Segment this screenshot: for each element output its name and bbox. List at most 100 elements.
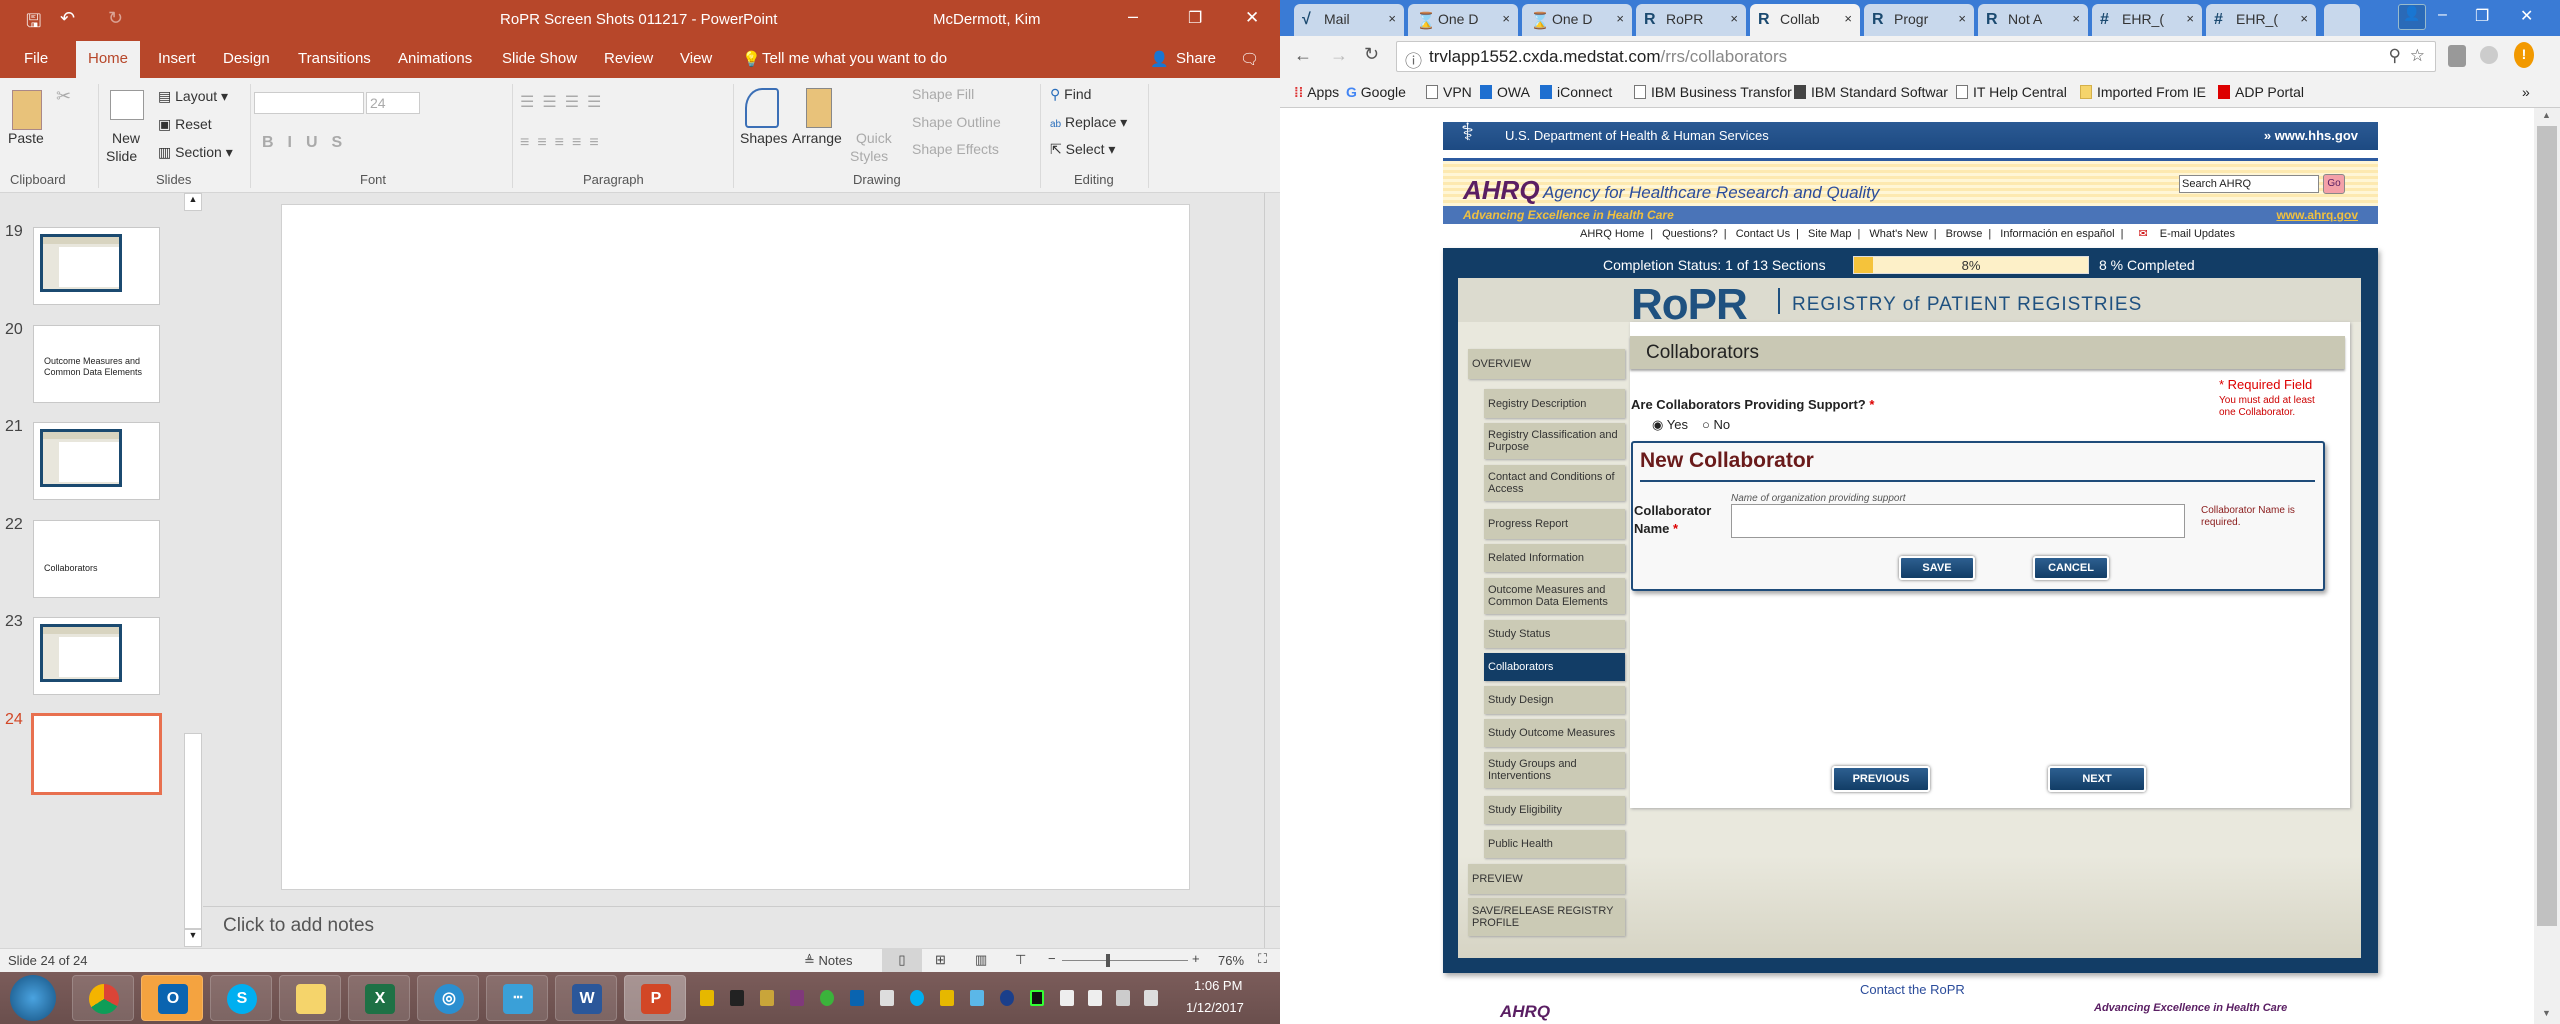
collaborator-name-input[interactable] <box>1731 504 2185 538</box>
sidebar-item[interactable]: PREVIEW <box>1468 864 1625 894</box>
link-ahrq-home[interactable]: AHRQ Home <box>1580 228 1644 240</box>
sidebar-item[interactable]: Public Health <box>1484 830 1625 858</box>
slide-sorter-icon[interactable]: ⊞ <box>935 952 946 968</box>
clock-date[interactable]: 1/12/2017 <box>1186 1000 1244 1015</box>
reload-icon[interactable]: ↻ <box>1364 44 1379 65</box>
notes-button[interactable]: ≜ Notes <box>804 953 852 969</box>
sidebar-item[interactable]: Study Status <box>1484 620 1625 648</box>
browser-tab[interactable]: ⌛ One D × <box>1522 4 1632 36</box>
skype-tray-icon[interactable] <box>910 990 924 1006</box>
list-buttons[interactable]: ☰☰☰☰ <box>520 92 609 112</box>
tab-insert[interactable]: Insert <box>158 50 196 67</box>
slide-thumbnail-22[interactable]: Collaborators <box>33 520 160 598</box>
link-whats-new[interactable]: What's New <box>1869 228 1927 240</box>
back-icon[interactable]: ← <box>1294 45 1312 66</box>
ahrq-url[interactable]: www.ahrq.gov <box>2276 208 2358 222</box>
close-tab-icon[interactable]: × <box>2186 11 2194 26</box>
tab-design[interactable]: Design <box>223 50 270 67</box>
bookmark-star-icon[interactable]: ☆ <box>2410 46 2425 66</box>
share-button[interactable]: Share <box>1176 50 1216 67</box>
link-email-updates[interactable]: ✉ E-mail Updates <box>2133 228 2241 240</box>
quick-styles-button[interactable]: Quick <box>856 130 892 146</box>
shapes-icon[interactable] <box>745 88 779 128</box>
taskbar-excel[interactable]: X <box>348 975 410 1021</box>
link-questions[interactable]: Questions? <box>1662 228 1718 240</box>
redo-icon[interactable]: ↻ <box>108 8 123 29</box>
scroll-up-arrow[interactable]: ▲ <box>2542 110 2551 120</box>
taskbar-skype[interactable]: S <box>210 975 272 1021</box>
taskbar-network[interactable]: ◎ <box>417 975 479 1021</box>
sidebar-item[interactable]: Study Design <box>1484 686 1625 714</box>
layout-button[interactable]: ▤ Layout ▾ <box>158 88 228 105</box>
scroll-thumb[interactable] <box>2537 126 2557 926</box>
bookmark-folder-imported[interactable]: Imported From IE <box>2080 84 2206 100</box>
tray-icon[interactable] <box>760 990 774 1006</box>
cut-icon[interactable]: ✂ <box>56 86 71 107</box>
previous-button[interactable]: PREVIOUS <box>1832 766 1930 792</box>
paste-icon[interactable] <box>12 90 42 130</box>
search-go-button[interactable]: Go <box>2323 174 2345 194</box>
hhs-link[interactable]: » www.hhs.gov <box>2264 128 2358 143</box>
sidebar-item[interactable]: OVERVIEW <box>1468 349 1625 379</box>
paste-button[interactable]: Paste <box>8 130 44 146</box>
clock-time[interactable]: 1:06 PM <box>1194 978 1242 993</box>
extension-icon[interactable] <box>2448 45 2466 67</box>
close-tab-icon[interactable]: × <box>1616 11 1624 26</box>
zoom-icon[interactable]: ⚲ <box>2389 46 2401 66</box>
outlook-tray-icon[interactable] <box>850 990 864 1006</box>
sidebar-item[interactable]: Registry Classification and Purpose <box>1484 423 1625 459</box>
new-slide-icon[interactable] <box>110 90 144 120</box>
taskbar-outlook[interactable]: O <box>141 975 203 1021</box>
monitor-tray-icon[interactable] <box>1030 990 1044 1006</box>
sidebar-item[interactable]: Collaborators <box>1484 653 1625 681</box>
bookmark-it-help[interactable]: IT Help Central <box>1956 84 2067 100</box>
scroll-up-arrow[interactable]: ▲ <box>184 193 202 211</box>
font-name-input[interactable] <box>254 92 364 114</box>
section-button[interactable]: ▥ Section ▾ <box>158 144 233 161</box>
zoom-out-icon[interactable]: − <box>1048 951 1056 966</box>
link-espanol[interactable]: Información en español <box>2000 228 2114 240</box>
sidebar-item[interactable]: Outcome Measures and Common Data Element… <box>1484 578 1625 614</box>
normal-view-icon[interactable]: ▯ <box>882 949 922 972</box>
tab-view[interactable]: View <box>680 50 712 67</box>
user-name[interactable]: McDermott, Kim <box>933 11 1041 28</box>
restore-icon[interactable]: ❐ <box>1188 8 1202 28</box>
address-bar[interactable]: ⓘ trvlapp1552.cxda.medstat.com/rrs/colla… <box>1396 41 2436 72</box>
link-site-map[interactable]: Site Map <box>1808 228 1851 240</box>
sidebar-item[interactable]: Contact and Conditions of Access <box>1484 465 1625 501</box>
browser-tab[interactable]: R Progr × <box>1864 4 1974 36</box>
sidebar-item[interactable]: SAVE/RELEASE REGISTRY PROFILE <box>1468 898 1625 936</box>
tray-icon[interactable] <box>730 990 744 1006</box>
restore-icon[interactable]: ❐ <box>2475 6 2489 26</box>
browser-tab[interactable]: ⌛ One D × <box>1408 4 1518 36</box>
bookmark-iconnect[interactable]: iConnect <box>1540 84 1612 100</box>
undo-icon[interactable]: ↶ <box>60 8 75 29</box>
browser-tab[interactable]: # EHR_(× <box>2206 4 2316 36</box>
shapes-button[interactable]: Shapes <box>740 130 787 146</box>
bookmark-owa[interactable]: OWA <box>1480 84 1530 100</box>
bookmark-ibm-software[interactable]: IBM Standard Softwar <box>1794 84 1948 100</box>
font-size-input[interactable]: 24 <box>366 92 420 114</box>
browser-tab-active[interactable]: R Collab × <box>1750 4 1860 36</box>
zoom-level[interactable]: 76% <box>1218 953 1244 968</box>
thumbnails-scrollbar[interactable]: ▲ ▼ <box>183 193 203 948</box>
browser-tab[interactable]: # EHR_(× <box>2092 4 2202 36</box>
sidebar-item[interactable]: Study Eligibility <box>1484 796 1625 824</box>
align-buttons[interactable]: ≡≡≡≡≡ <box>520 134 607 152</box>
reading-view-icon[interactable]: ▥ <box>975 952 987 968</box>
sidebar-item[interactable]: Study Outcome Measures <box>1484 719 1625 747</box>
shape-effects-button[interactable]: Shape Effects <box>912 141 999 157</box>
bookmark-adp[interactable]: ADP Portal <box>2218 84 2304 100</box>
close-tab-icon[interactable]: × <box>1388 11 1396 26</box>
close-tab-icon[interactable]: × <box>2300 11 2308 26</box>
bookmarks-overflow-icon[interactable]: » <box>2522 84 2530 100</box>
new-slide-label[interactable]: New <box>112 130 140 146</box>
start-button[interactable] <box>10 975 56 1021</box>
page-scrollbar[interactable]: ▲ ▼ <box>2534 108 2560 1024</box>
browser-tab[interactable]: R Not A × <box>1978 4 2088 36</box>
replace-button[interactable]: ab Replace ▾ <box>1050 114 1127 131</box>
radio-no[interactable]: ○ No <box>1702 417 1730 432</box>
close-tab-icon[interactable]: × <box>1958 11 1966 26</box>
slide-thumbnail-23[interactable] <box>33 617 160 695</box>
notes-pane[interactable]: Click to add notes <box>203 906 1280 948</box>
